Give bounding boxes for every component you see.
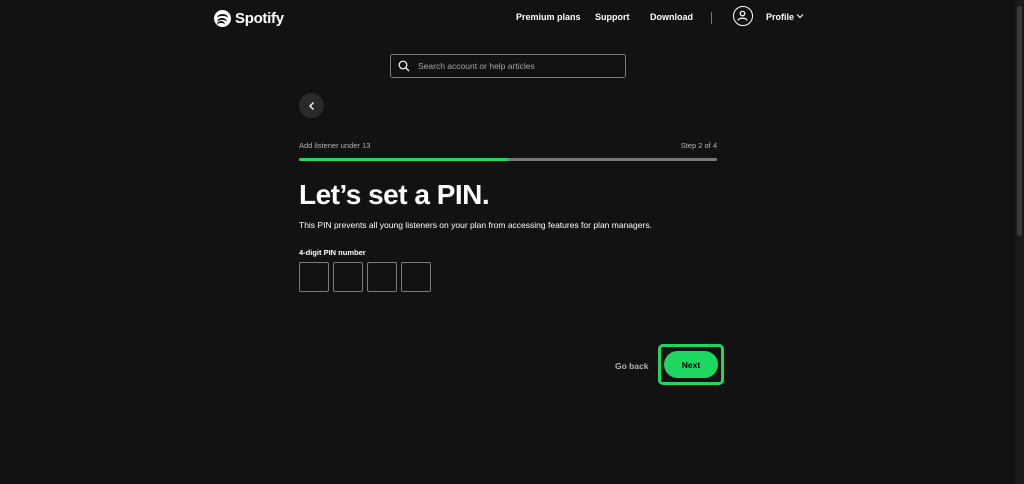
nav-download[interactable]: Download	[650, 12, 693, 22]
pin-digit-2[interactable]	[333, 262, 363, 292]
nav-support[interactable]: Support	[595, 12, 630, 22]
pin-digit-1[interactable]	[299, 262, 329, 292]
back-button[interactable]	[299, 93, 324, 118]
chevron-down-icon[interactable]	[796, 13, 804, 19]
profile-avatar-icon[interactable]	[733, 6, 753, 26]
nav-divider	[711, 12, 712, 24]
go-back-link[interactable]: Go back	[615, 361, 649, 371]
page-description: This PIN prevents all young listeners on…	[299, 220, 652, 230]
top-header: Spotify Premium plans Support Download P…	[0, 0, 1024, 36]
spotify-logo[interactable]: Spotify	[214, 8, 284, 28]
pin-digit-4[interactable]	[401, 262, 431, 292]
brand-name: Spotify	[235, 9, 284, 27]
next-button[interactable]: Next	[664, 351, 718, 378]
step-label: Add listener under 13	[299, 141, 371, 150]
search-icon	[398, 60, 410, 72]
search-input[interactable]	[416, 60, 610, 72]
profile-menu-label[interactable]: Profile	[766, 12, 794, 22]
page-title: Let’s set a PIN.	[299, 179, 490, 210]
search-bar[interactable]	[390, 54, 626, 78]
chevron-left-icon	[308, 101, 314, 110]
pin-digit-3[interactable]	[367, 262, 397, 292]
progress-bar	[299, 158, 717, 161]
step-count: Step 2 of 4	[680, 141, 717, 150]
nav-premium-plans[interactable]: Premium plans	[516, 12, 581, 22]
spotify-logo-icon	[214, 9, 231, 27]
pin-field-label: 4-digit PIN number	[299, 248, 366, 257]
page-scrollbar[interactable]	[1015, 0, 1024, 484]
scrollbar-thumb[interactable]	[1017, 6, 1022, 236]
progress-fill	[299, 158, 508, 161]
